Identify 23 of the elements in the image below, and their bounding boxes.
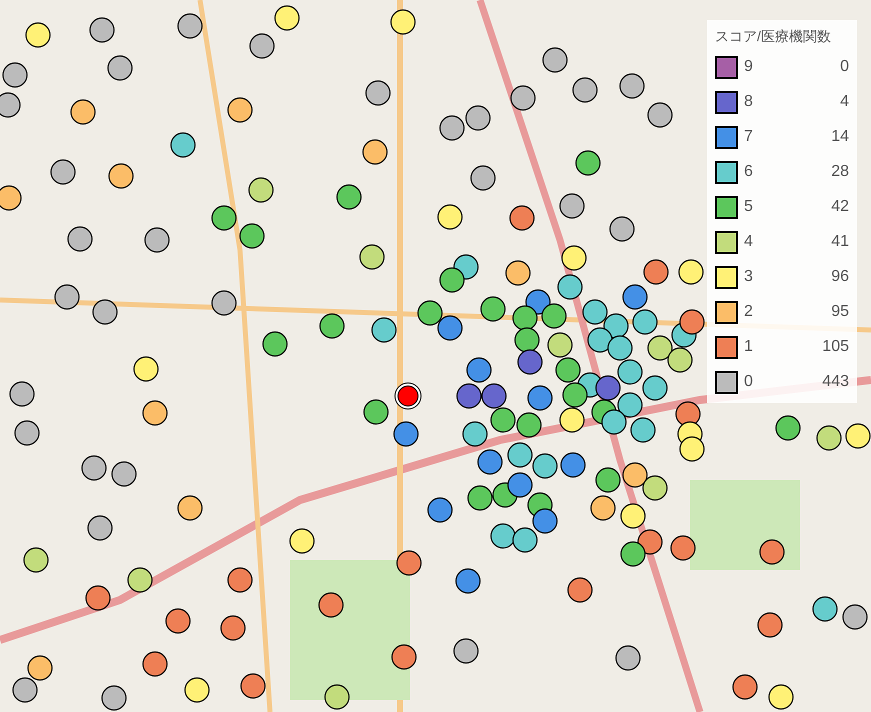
legend-score: 2 (744, 302, 753, 322)
legend-score: 8 (744, 92, 753, 112)
legend-count: 41 (831, 232, 849, 252)
legend-count: 42 (831, 197, 849, 217)
legend-count: 105 (822, 337, 849, 357)
legend-score: 0 (744, 372, 753, 392)
legend-count: 0 (840, 57, 849, 77)
legend-score: 7 (744, 127, 753, 147)
legend-score: 4 (744, 232, 753, 252)
legend-score: 1 (744, 337, 753, 357)
map-drawing[interactable] (0, 0, 871, 712)
legend-count: 14 (831, 127, 849, 147)
legend-count: 443 (822, 372, 849, 392)
legend-count: 4 (840, 92, 849, 112)
legend-score: 9 (744, 57, 753, 77)
legend-count: 28 (831, 162, 849, 182)
legend-title: スコア/医療機関数 (715, 27, 832, 46)
legend-score: 6 (744, 162, 753, 182)
legend-score: 5 (744, 197, 753, 217)
legend-score: 3 (744, 267, 753, 287)
selected-location-icon (394, 382, 422, 410)
legend-count: 96 (831, 267, 849, 287)
legend-count: 95 (831, 302, 849, 322)
